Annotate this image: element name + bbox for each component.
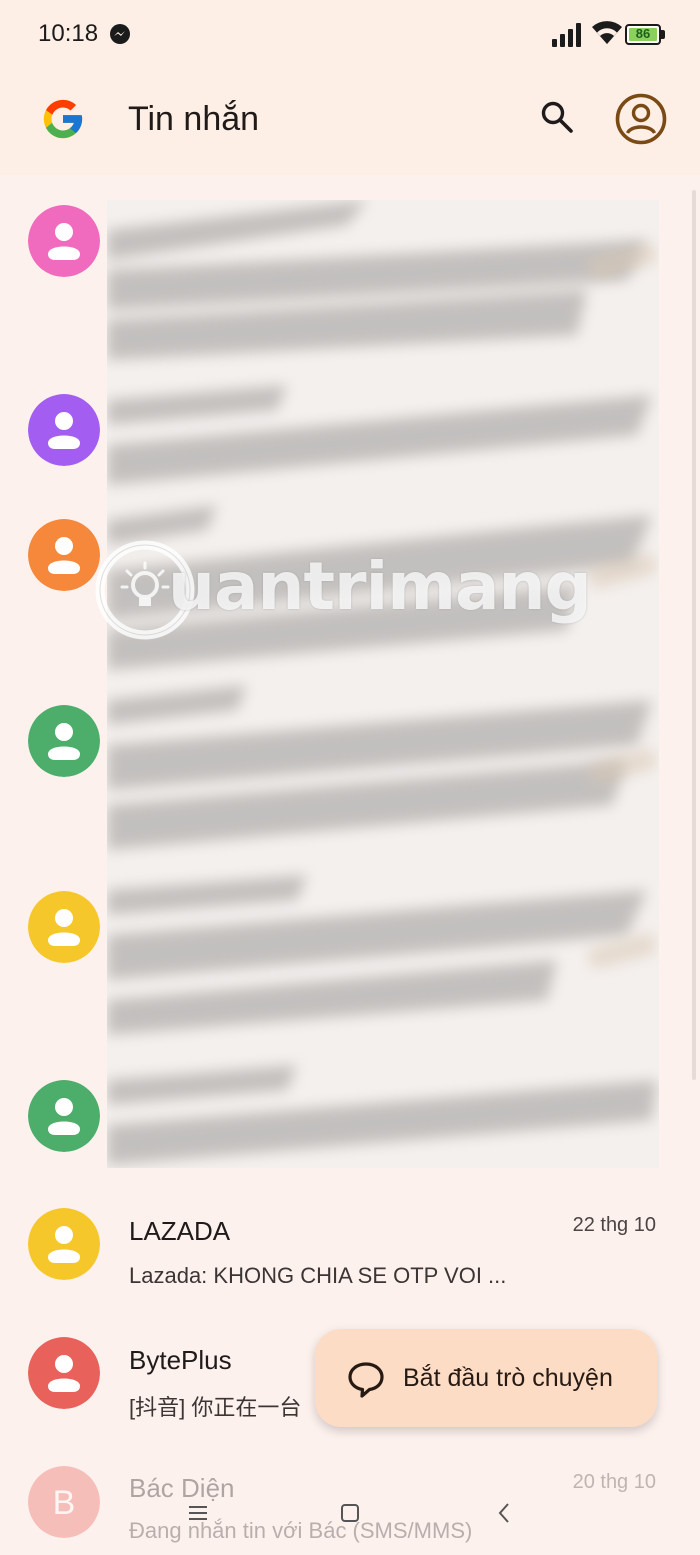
conversation-name: BytePlus — [129, 1345, 232, 1375]
contact-avatar[interactable] — [28, 205, 100, 277]
page-title: Tin nhắn — [128, 100, 260, 138]
chat-bubble-icon — [348, 1362, 384, 1398]
scrollbar[interactable] — [692, 190, 696, 1080]
back-icon — [498, 1503, 509, 1523]
conversation-date: 22 thg 10 — [572, 1214, 656, 1236]
start-chat-button[interactable]: Bắt đầu trò chuyện — [315, 1329, 657, 1427]
app-bar: Tin nhắn — [0, 70, 700, 175]
contact-avatar — [28, 1208, 100, 1280]
signal-icon — [552, 23, 581, 47]
contact-avatar[interactable] — [28, 394, 100, 466]
contact-avatar[interactable] — [28, 891, 100, 963]
account-button[interactable] — [612, 90, 670, 148]
conversation-name: LAZADA — [129, 1216, 231, 1246]
watermark: uantrimang — [90, 530, 592, 650]
battery-icon: 86 — [625, 24, 665, 45]
wifi-icon — [592, 21, 622, 44]
person-icon — [28, 891, 100, 963]
watermark-text: uantrimang — [168, 548, 592, 625]
contact-avatar — [28, 1337, 100, 1409]
status-time: 10:18 — [38, 20, 99, 47]
person-icon — [28, 705, 100, 777]
person-icon — [28, 1080, 100, 1152]
menu-button[interactable] — [178, 1498, 218, 1528]
back-button[interactable] — [484, 1498, 524, 1528]
battery-level: 86 — [635, 26, 651, 41]
contact-avatar[interactable] — [28, 1080, 100, 1152]
account-icon — [615, 93, 667, 145]
person-icon — [28, 1208, 100, 1280]
conversation-preview: [抖音] 你正在一台 — [129, 1395, 302, 1420]
person-icon — [28, 205, 100, 277]
start-chat-label: Bắt đầu trò chuyện — [403, 1364, 613, 1392]
status-bar: 10:18 86 — [0, 0, 700, 70]
person-icon — [28, 1337, 100, 1409]
conversation-preview: Lazada: KHONG CHIA SE OTP VOI ... — [129, 1263, 507, 1288]
home-icon — [341, 1504, 359, 1522]
contact-avatar[interactable] — [28, 705, 100, 777]
google-logo — [43, 99, 83, 139]
person-icon — [28, 394, 100, 466]
redacted-conversations — [107, 200, 659, 1168]
menu-icon — [189, 1506, 207, 1520]
search-button[interactable] — [532, 92, 582, 142]
search-icon — [541, 101, 573, 133]
navigation-bar — [0, 1470, 700, 1555]
messenger-icon — [110, 24, 130, 44]
home-button[interactable] — [330, 1498, 370, 1528]
